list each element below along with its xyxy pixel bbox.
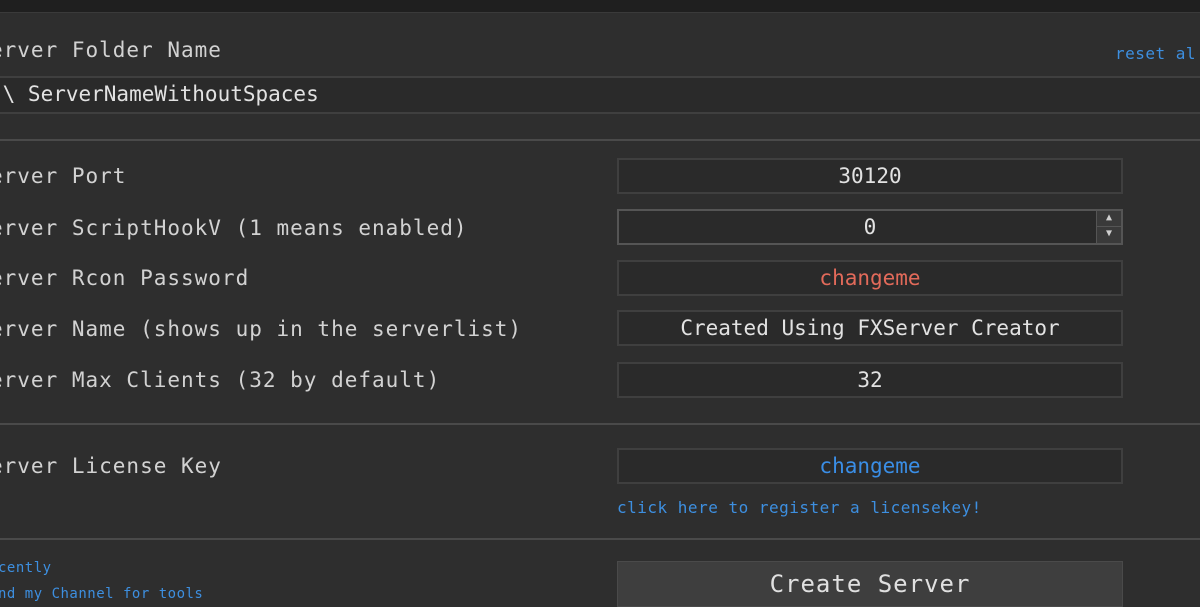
- max-clients-label: erver Max Clients (32 by default): [0, 368, 441, 392]
- max-clients-value: 32: [857, 368, 883, 392]
- server-name-label: erver Name (shows up in the serverlist): [0, 317, 523, 341]
- folder-name-label: erver Folder Name: [0, 38, 222, 62]
- reset-all-link[interactable]: reset al: [1115, 44, 1196, 63]
- rcon-password-value: changeme: [819, 266, 921, 290]
- divider-1: [0, 139, 1200, 141]
- rcon-password-input[interactable]: changeme: [617, 260, 1123, 296]
- max-clients-input[interactable]: 32: [617, 362, 1123, 398]
- create-server-button[interactable]: Create Server: [617, 561, 1123, 607]
- spinner-control[interactable]: ▲ ▼: [1096, 211, 1121, 243]
- server-name-input[interactable]: Created Using FXServer Creator: [617, 310, 1123, 346]
- window-top-bar: [0, 0, 1200, 13]
- scripthook-value: 0: [863, 215, 877, 239]
- scripthook-input[interactable]: 0 ▲ ▼: [617, 209, 1123, 245]
- license-key-value: changeme: [819, 454, 921, 478]
- port-label: erver Port: [0, 164, 127, 188]
- folder-name-input[interactable]: :\ ServerNameWithoutSpaces: [0, 76, 1200, 114]
- license-key-label: erver License Key: [0, 454, 222, 478]
- port-value: 30120: [838, 164, 902, 188]
- rcon-password-label: erver Rcon Password: [0, 266, 250, 290]
- divider-2: [0, 423, 1200, 425]
- license-key-input[interactable]: changeme: [617, 448, 1123, 484]
- port-input[interactable]: 30120: [617, 158, 1123, 194]
- spinner-down-icon[interactable]: ▼: [1097, 227, 1121, 243]
- folder-name-value: :\ ServerNameWithoutSpaces: [0, 82, 319, 106]
- footer-link-recently[interactable]: cently: [0, 560, 52, 576]
- divider-3: [0, 538, 1200, 540]
- spinner-up-icon[interactable]: ▲: [1097, 211, 1121, 227]
- server-name-value: Created Using FXServer Creator: [680, 316, 1060, 340]
- scripthook-label: erver ScriptHookV (1 means enabled): [0, 216, 468, 240]
- register-license-link[interactable]: click here to register a licensekey!: [617, 498, 982, 517]
